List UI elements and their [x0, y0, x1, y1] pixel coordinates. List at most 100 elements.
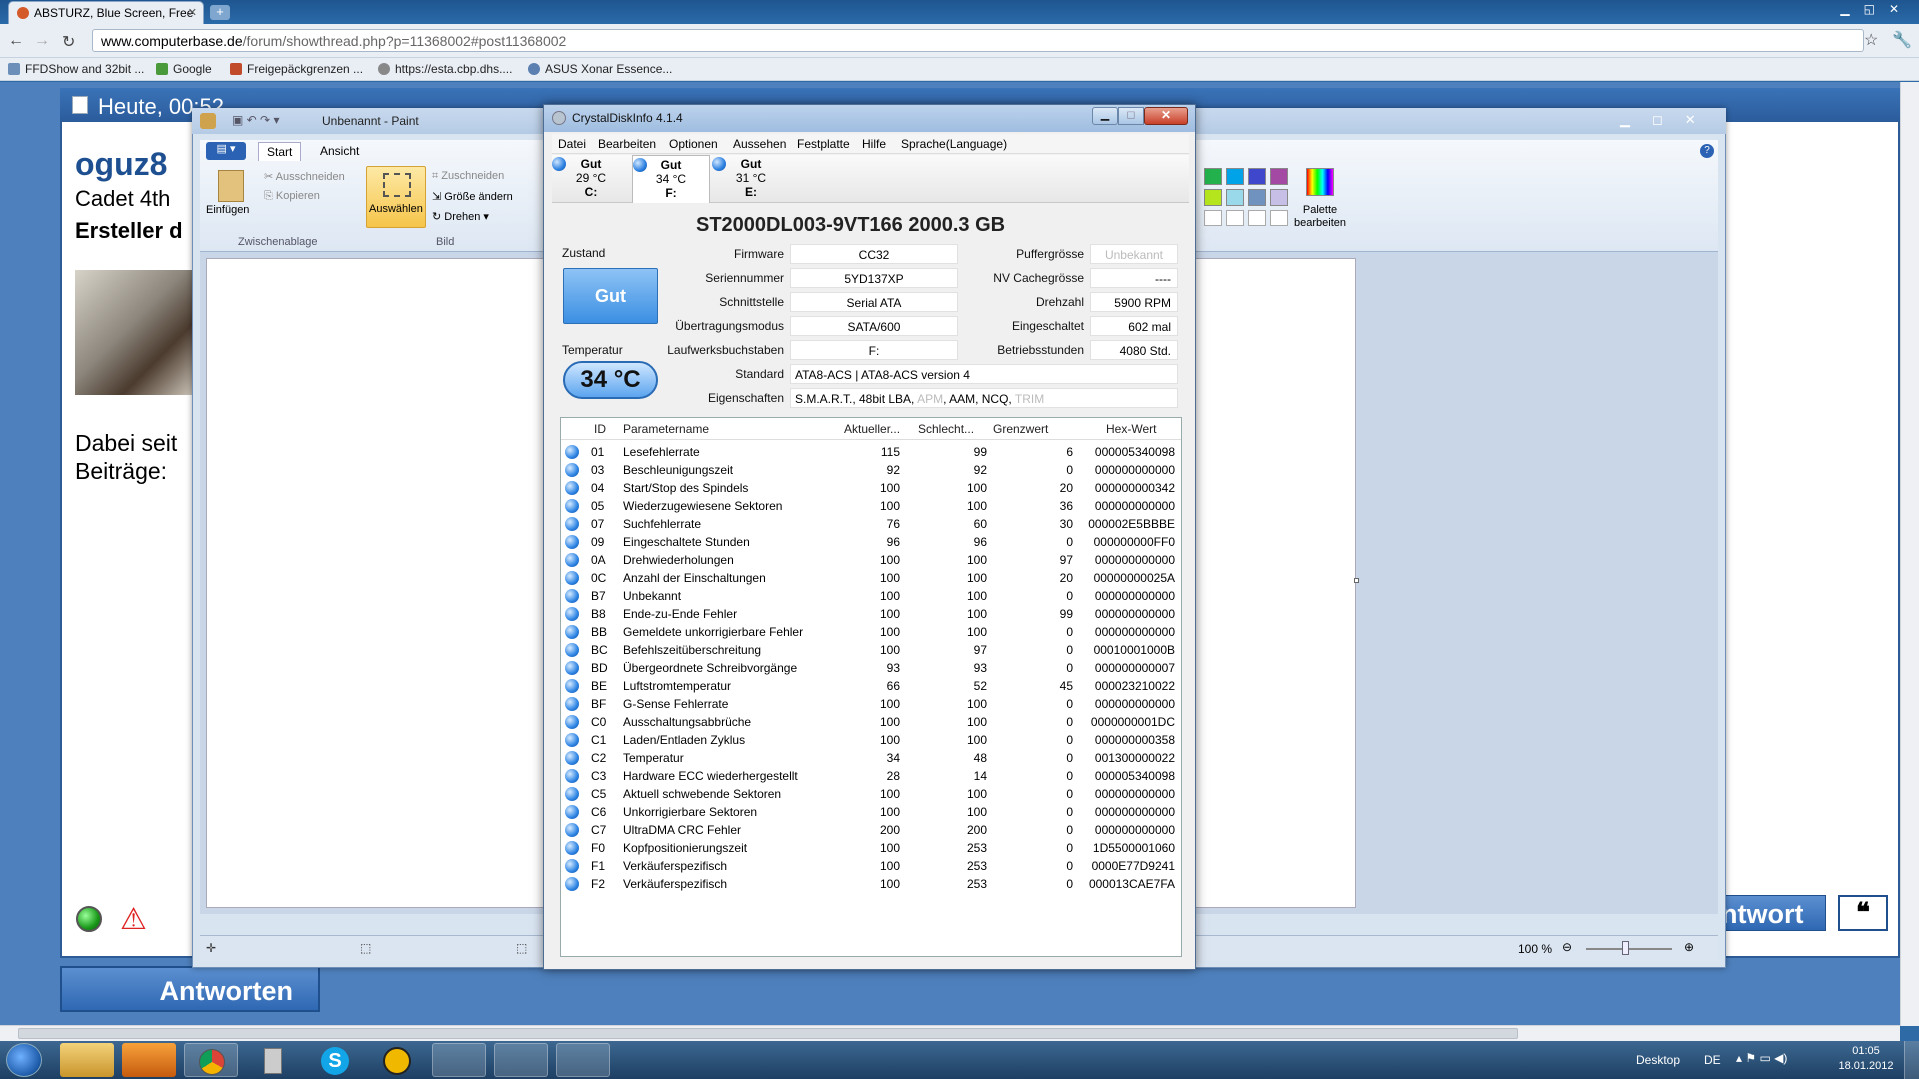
reload-icon[interactable]: ↻: [62, 32, 75, 52]
smart-row[interactable]: BC Befehlszeitüberschreitung 100 97 0 0001000…: [561, 641, 1181, 659]
smart-row[interactable]: 01 Lesefehlerrate 115 99 6 000005340098: [561, 443, 1181, 461]
zoom-in-icon[interactable]: ⊕: [1684, 940, 1694, 954]
smart-row[interactable]: 0C Anzahl der Einschaltungen 100 100 20 00000…: [561, 569, 1181, 587]
vertical-scrollbar[interactable]: [1900, 82, 1919, 1026]
zoom-slider[interactable]: [1586, 948, 1672, 950]
back-icon[interactable]: ←: [8, 32, 24, 50]
clock-time[interactable]: 01:05: [1836, 1045, 1896, 1057]
health-status-button[interactable]: Gut: [563, 268, 658, 324]
paint-window-controls[interactable]: ▁◻✕: [1620, 112, 1718, 128]
paste-icon[interactable]: [218, 170, 244, 202]
quote-button[interactable]: ❝: [1838, 895, 1888, 931]
start-button[interactable]: [6, 1043, 42, 1077]
drive-tab-e[interactable]: Gut 31 °C E:: [712, 155, 790, 203]
show-desktop-button[interactable]: [1904, 1041, 1919, 1079]
forward-icon[interactable]: →: [34, 32, 50, 50]
address-bar[interactable]: www.computerbase.de/forum/showthread.php…: [92, 29, 1864, 52]
col-id[interactable]: ID: [594, 422, 606, 436]
cut-button[interactable]: ✂ Ausschneiden: [264, 170, 345, 183]
smart-row[interactable]: 0A Drehwiederholungen 100 100 97 000000000000: [561, 551, 1181, 569]
smart-row[interactable]: C6 Unkorrigierbare Sektoren 100 100 0 0000000…: [561, 803, 1181, 821]
smart-row[interactable]: C2 Temperatur 34 48 0 001300000022: [561, 749, 1181, 767]
bookmark-item[interactable]: FFDShow and 32bit ...: [8, 62, 144, 76]
skype-icon[interactable]: S: [308, 1043, 362, 1077]
bookmark-item[interactable]: Google: [156, 62, 212, 76]
tab-start[interactable]: Start: [258, 142, 302, 161]
smart-row[interactable]: B8 Ende-zu-Ende Fehler 100 100 99 00000000000…: [561, 605, 1181, 623]
paste-button[interactable]: Einfügen: [206, 204, 249, 216]
smart-row[interactable]: F1 Verkäuferspezifisch 100 253 0 0000E77D9241: [561, 857, 1181, 875]
menu-datei[interactable]: Datei: [558, 137, 586, 151]
browser-tab[interactable]: ABSTURZ, Blue Screen, Free ✕: [8, 1, 204, 24]
resize-button[interactable]: ⇲ Größe ändern: [432, 190, 513, 203]
tab-ansicht[interactable]: Ansicht: [320, 144, 359, 158]
edit-palette-button[interactable]: Palette bearbeiten: [1290, 204, 1350, 230]
crystaldiskinfo-taskbar-icon[interactable]: [494, 1043, 548, 1077]
copy-button[interactable]: ⎘ Kopieren: [264, 190, 320, 203]
color-palette[interactable]: [1204, 168, 1290, 226]
report-warning-icon[interactable]: ⚠: [120, 902, 147, 937]
smart-row[interactable]: 03 Beschleunigungszeit 92 92 0 000000000000: [561, 461, 1181, 479]
smart-row[interactable]: BE Luftstromtemperatur 66 52 45 000023210022: [561, 677, 1181, 695]
smart-row[interactable]: 07 Suchfehlerrate 76 60 30 000002E5BBBE: [561, 515, 1181, 533]
zoom-slider-thumb[interactable]: [1622, 941, 1629, 955]
smart-row[interactable]: C5 Aktuell schwebende Sektoren 100 100 0 0000…: [561, 785, 1181, 803]
bookmark-item[interactable]: ASUS Xonar Essence...: [528, 62, 672, 76]
tray-icons[interactable]: ▴ ⚑ ▭ ◀): [1736, 1051, 1787, 1065]
avira-icon[interactable]: [370, 1043, 424, 1077]
wrench-icon[interactable]: 🔧: [1892, 30, 1912, 50]
cdi-minimize-button[interactable]: ▁: [1092, 107, 1118, 125]
smart-row[interactable]: C3 Hardware ECC wiederhergestellt 28 14 0 000…: [561, 767, 1181, 785]
col-grenzwert[interactable]: Grenzwert: [993, 422, 1048, 436]
smart-row[interactable]: C0 Ausschaltungsabbrüche 100 100 0 0000000001…: [561, 713, 1181, 731]
bookmark-item[interactable]: https://esta.cbp.dhs....: [378, 62, 512, 76]
menu-aussehen[interactable]: Aussehen: [733, 137, 786, 151]
smart-row[interactable]: C7 UltraDMA CRC Fehler 200 200 0 000000000000: [561, 821, 1181, 839]
paint-taskbar-icon[interactable]: [432, 1043, 486, 1077]
smart-row[interactable]: BB Gemeldete unkorrigierbare Fehler 100 100…: [561, 623, 1181, 641]
col-schlecht[interactable]: Schlecht...: [918, 422, 974, 436]
reply-button[interactable]: Antworten: [60, 966, 320, 1012]
help-icon[interactable]: ?: [1700, 144, 1714, 158]
canvas-resize-handle[interactable]: [1354, 578, 1359, 583]
smart-row[interactable]: BD Übergeordnete Schreibvorgänge 93 93 0 0000…: [561, 659, 1181, 677]
menu-optionen[interactable]: Optionen: [669, 137, 718, 151]
smart-row[interactable]: C1 Laden/Entladen Zyklus 100 100 0 0000000003…: [561, 731, 1181, 749]
smart-row[interactable]: BF G-Sense Fehlerrate 100 100 0 000000000000: [561, 695, 1181, 713]
tab-close-icon[interactable]: ✕: [188, 6, 197, 19]
col-hex-wert[interactable]: Hex-Wert: [1106, 422, 1156, 436]
col-parametername[interactable]: Parametername: [623, 422, 709, 436]
smart-row[interactable]: 09 Eingeschaltete Stunden 96 96 0 000000000FF…: [561, 533, 1181, 551]
smart-row[interactable]: 05 Wiederzugewiesene Sektoren 100 100 36 0000…: [561, 497, 1181, 515]
crop-button[interactable]: ⌗ Zuschneiden: [432, 170, 504, 183]
reply-button-right[interactable]: ntwort: [1716, 895, 1826, 931]
username[interactable]: oguz8: [75, 146, 167, 183]
app-taskbar-icon[interactable]: [556, 1043, 610, 1077]
horizontal-scrollbar[interactable]: [0, 1025, 1900, 1041]
drive-tab-c[interactable]: Gut 29 °C C:: [552, 155, 630, 203]
clock-date[interactable]: 18.01.2012: [1836, 1060, 1896, 1072]
menu-hilfe[interactable]: Hilfe: [862, 137, 886, 151]
select-button[interactable]: Auswählen: [366, 166, 426, 228]
menu-bearbeiten[interactable]: Bearbeiten: [598, 137, 656, 151]
menu-sprache[interactable]: Sprache(Language): [901, 137, 1007, 151]
drive-tab-f[interactable]: Gut 34 °C F:: [632, 155, 710, 203]
window-controls[interactable]: ▁◱✕: [1840, 2, 1913, 16]
chrome-icon[interactable]: [184, 1043, 238, 1077]
smart-row[interactable]: F0 Kopfpositionierungszeit 100 253 0 1D550000…: [561, 839, 1181, 857]
zoom-out-icon[interactable]: ⊖: [1562, 940, 1572, 954]
media-player-icon[interactable]: [122, 1043, 176, 1077]
language-indicator[interactable]: DE: [1704, 1053, 1721, 1067]
quick-access-icons[interactable]: ▣ ↶ ↷ ▾: [232, 113, 279, 127]
edit-palette-icon[interactable]: [1306, 168, 1334, 196]
app-icon[interactable]: [246, 1043, 300, 1077]
cdi-close-button[interactable]: ✕: [1144, 107, 1188, 125]
star-icon[interactable]: ☆: [1864, 30, 1878, 50]
explorer-icon[interactable]: [60, 1043, 114, 1077]
new-tab-button[interactable]: +: [210, 5, 230, 20]
col-aktueller[interactable]: Aktueller...: [844, 422, 900, 436]
rotate-button[interactable]: ↻ Drehen ▾: [432, 210, 489, 223]
paint-menu-button[interactable]: ▤ ▾: [206, 142, 246, 160]
menu-festplatte[interactable]: Festplatte: [797, 137, 850, 151]
smart-row[interactable]: 04 Start/Stop des Spindels 100 100 20 0000000…: [561, 479, 1181, 497]
